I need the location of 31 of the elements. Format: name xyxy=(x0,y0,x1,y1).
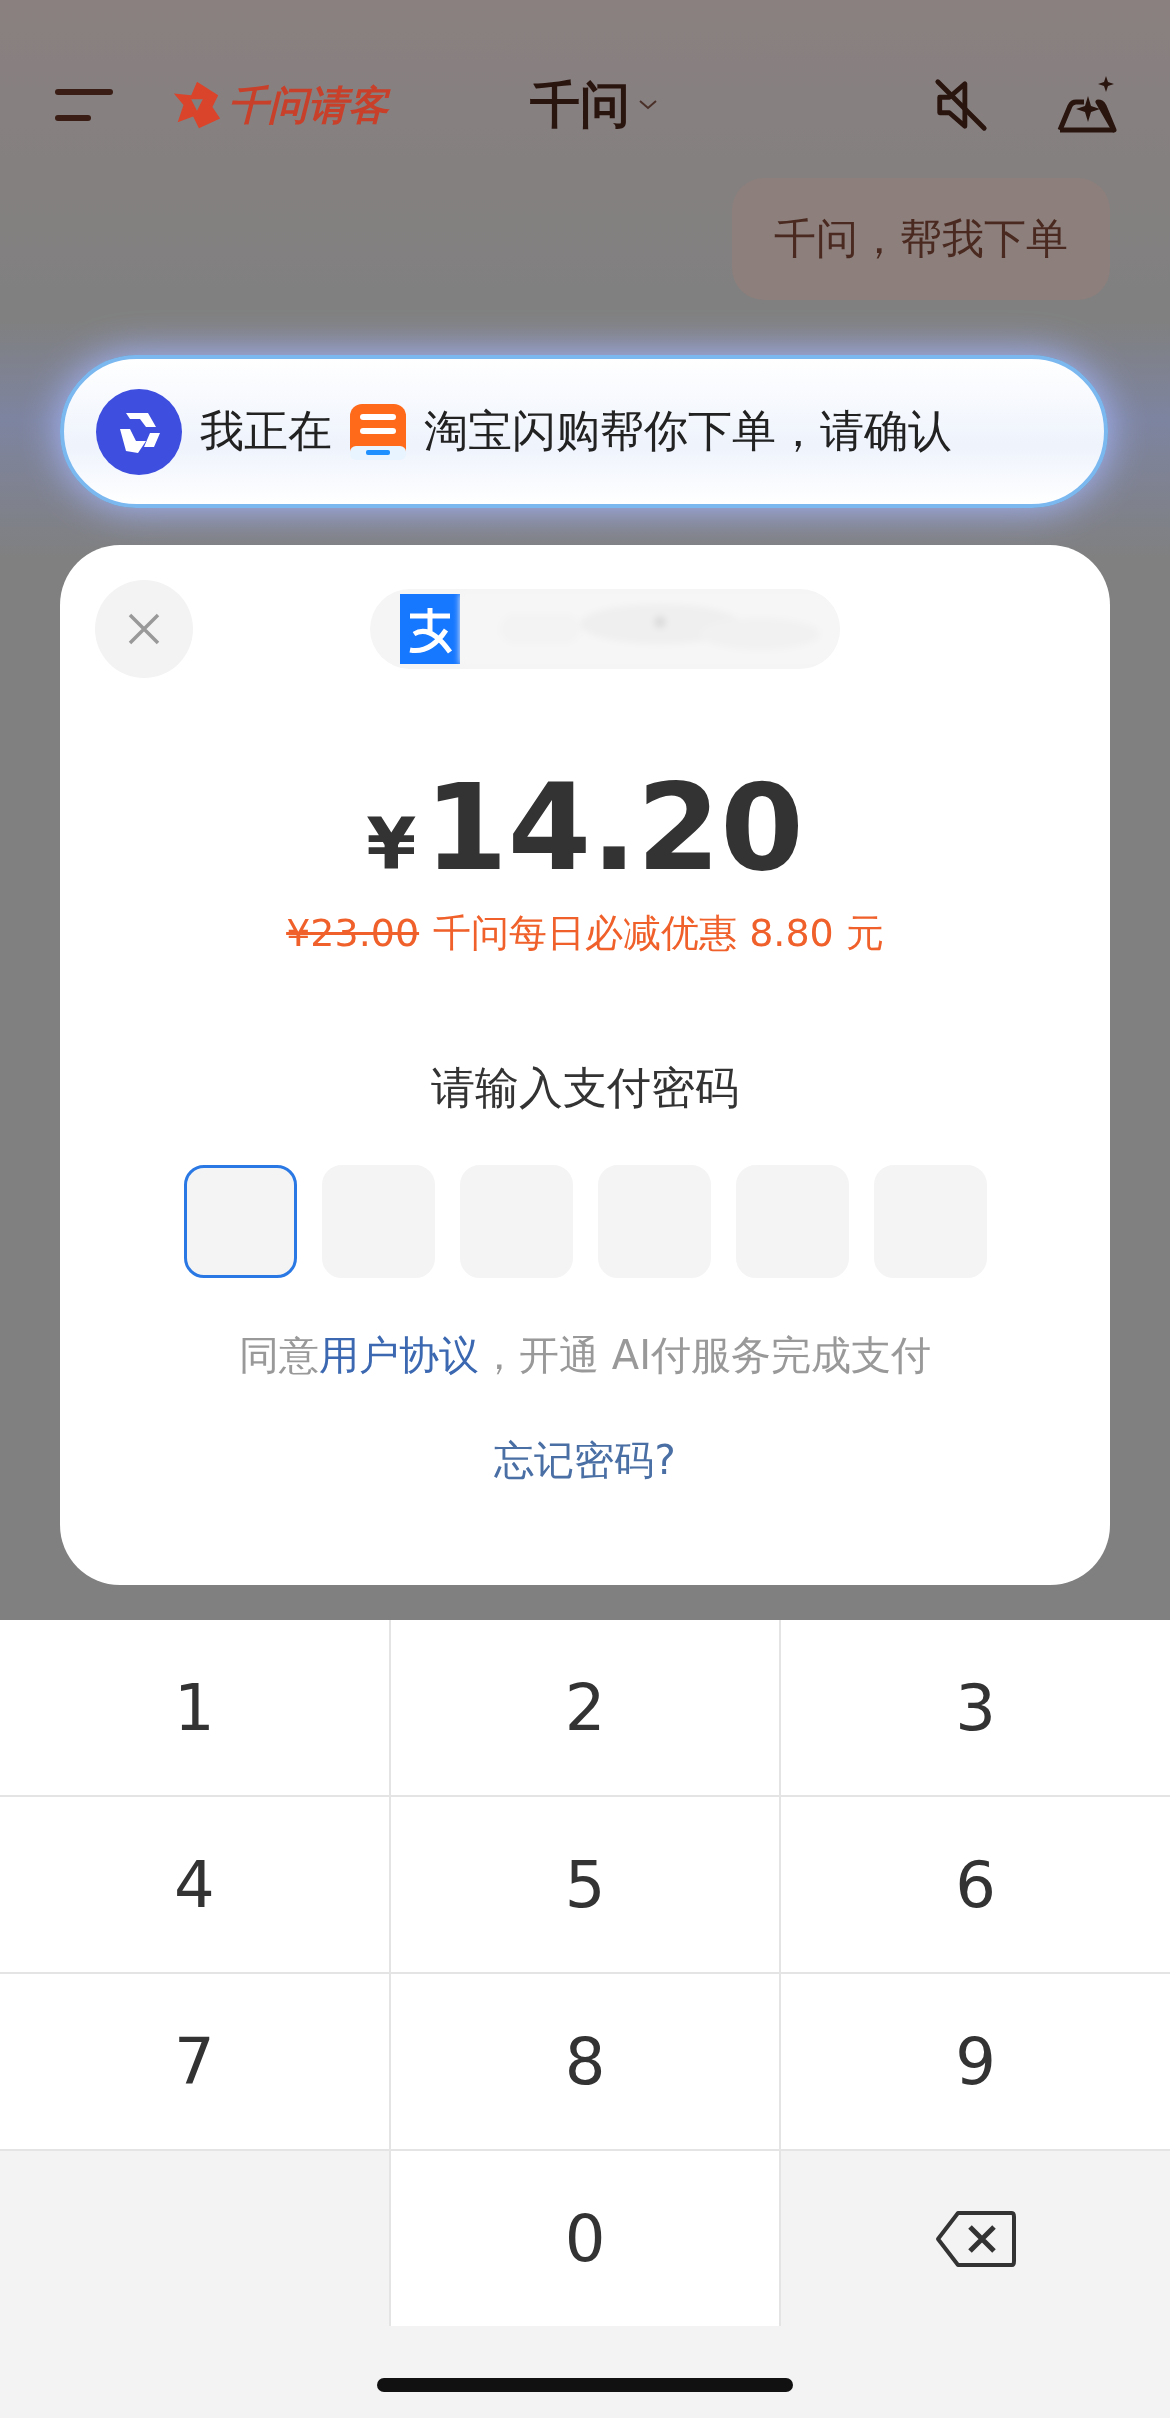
original-price: ¥23.00 xyxy=(286,911,420,955)
digit-key[interactable]: 2 xyxy=(390,1620,780,1795)
pin-digit-field[interactable] xyxy=(183,1165,297,1278)
discount-text: 千问每日必减优惠 8.80 元 xyxy=(433,909,884,957)
banner-text: 淘宝闪购帮你下单，请确认 xyxy=(424,404,952,458)
menu-icon[interactable] xyxy=(55,87,115,123)
digit-key[interactable]: 5 xyxy=(390,1797,780,1972)
chevron-down-icon[interactable] xyxy=(638,99,658,111)
currency-symbol: ¥ xyxy=(366,802,417,886)
digit-key[interactable]: 0 xyxy=(390,2151,780,2326)
digit-key[interactable]: 9 xyxy=(781,1974,1170,2149)
shopping-app-icon xyxy=(350,403,406,460)
password-prompt: 请输入支付密码 xyxy=(431,1063,739,1113)
digit-key[interactable]: 3 xyxy=(781,1620,1170,1795)
user-agreement-link[interactable]: 用户协议 xyxy=(319,1332,480,1378)
forgot-password-link[interactable]: 忘记密码? xyxy=(494,1435,676,1485)
app-title[interactable]: 千问 xyxy=(530,71,630,139)
backspace-icon xyxy=(933,2208,1018,2269)
digit-key[interactable]: 1 xyxy=(0,1620,389,1795)
user-message-bubble: 千问，帮我下单 xyxy=(732,178,1110,300)
digit-key[interactable]: 6 xyxy=(781,1797,1170,1972)
payment-amount: 14.20 xyxy=(424,758,804,898)
digit-key[interactable]: 8 xyxy=(390,1974,780,2149)
payment-logo-icon xyxy=(400,594,460,664)
agreement-text: 同意用户协议，开通 AI付服务完成支付 xyxy=(239,1331,931,1380)
assistant-logo-icon xyxy=(96,388,182,475)
digit-key[interactable]: 7 xyxy=(0,1974,389,2149)
digit-key[interactable]: 4 xyxy=(0,1797,389,1972)
mute-icon[interactable] xyxy=(932,76,990,134)
banner-text: 我正在 xyxy=(200,404,332,458)
backspace-key[interactable] xyxy=(781,2151,1170,2326)
